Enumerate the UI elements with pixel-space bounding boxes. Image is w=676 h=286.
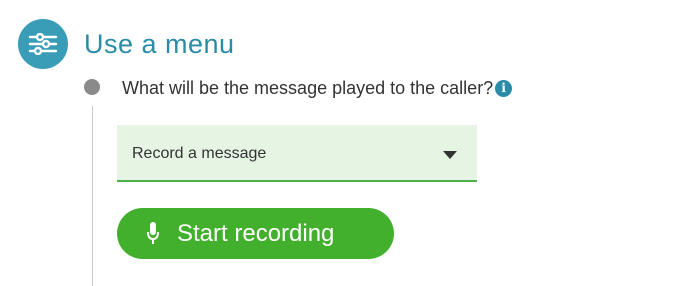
section-icon (18, 19, 68, 69)
message-type-selected-value: Record a message (132, 145, 267, 162)
timeline-line (92, 106, 93, 286)
microphone-icon (147, 222, 159, 244)
step-question: What will be the message played to the c… (122, 77, 513, 99)
start-recording-button[interactable]: Start recording (117, 208, 394, 259)
step-question-text: What will be the message played to the c… (122, 78, 494, 98)
section-title: Use a menu (84, 29, 235, 59)
chevron-down-icon (443, 151, 457, 159)
step-dot (84, 79, 100, 95)
sliders-icon (28, 33, 58, 55)
message-type-select[interactable]: Record a message (117, 125, 477, 182)
start-recording-label: Start recording (177, 220, 335, 247)
info-icon[interactable]: i (495, 79, 513, 97)
